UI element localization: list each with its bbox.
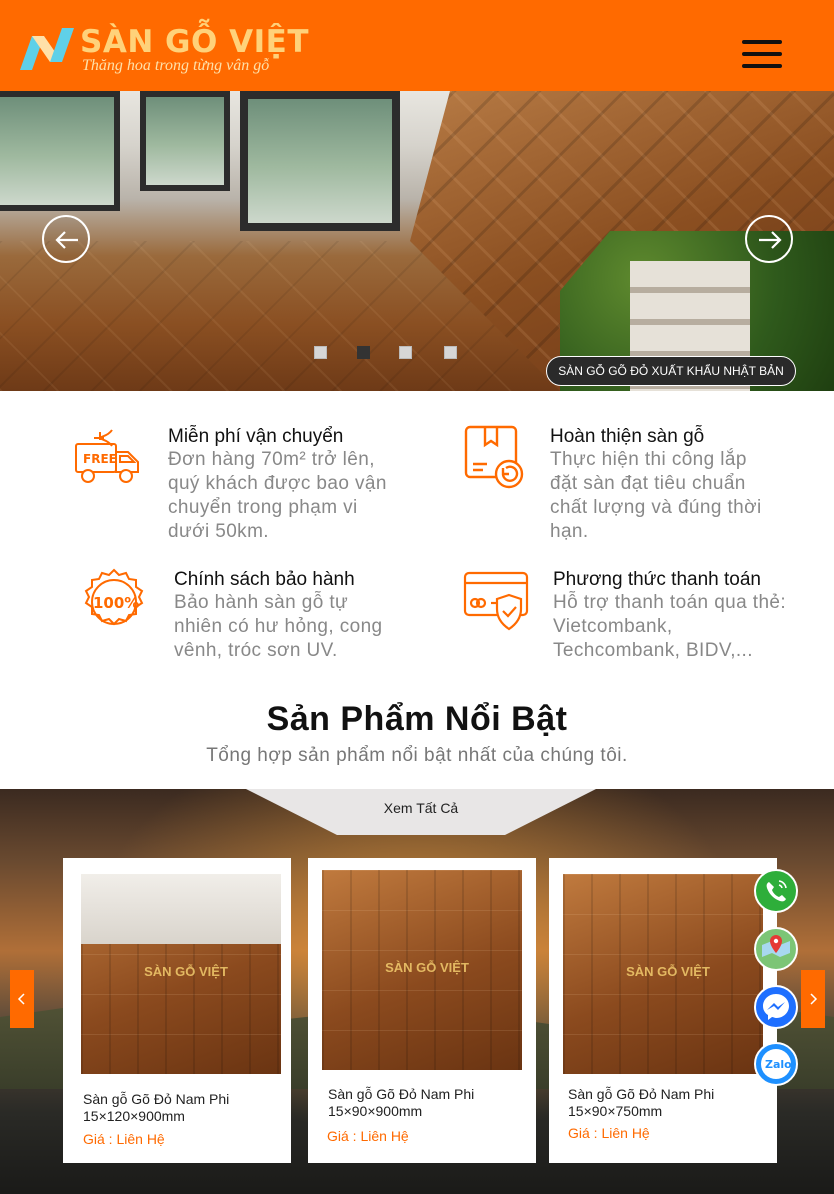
site-header: SÀN GỖ VIỆT Thăng hoa trong từng vân gỗ xyxy=(0,0,834,91)
logo-mark-icon xyxy=(20,28,74,70)
hero-slider: SÀN GỖ GÕ ĐỎ XUẤT KHẨU NHẬT BẢN xyxy=(0,91,834,391)
svg-text:FREE: FREE xyxy=(83,452,117,466)
section-title: Sản Phẩm Nổi Bật xyxy=(266,700,568,738)
slide-caption: SÀN GỖ GÕ ĐỎ XUẤT KHẨU NHẬT BẢN xyxy=(546,356,796,386)
phone-icon xyxy=(754,869,798,913)
secure-card-payment-icon xyxy=(463,571,531,638)
arrow-right-icon xyxy=(759,231,782,249)
feature-title: Chính sách bảo hành xyxy=(174,569,355,590)
feature-floor-finishing: Hoàn thiện sàn gỗ Thực hiện thi công lắp… xyxy=(550,426,780,544)
hamburger-menu-icon[interactable] xyxy=(742,40,782,70)
svg-text:100%: 100% xyxy=(93,594,139,612)
free-delivery-truck-icon: FREE xyxy=(74,428,142,491)
slider-dots xyxy=(314,346,474,360)
feature-text: Bảo hành sàn gỗ tự nhiên có hư hỏng, con… xyxy=(174,592,383,661)
product-image[interactable]: SÀN GỖ VIỆT xyxy=(563,874,763,1074)
product-price: Giá : Liên Hệ xyxy=(327,1128,409,1144)
products-next-button[interactable] xyxy=(801,970,825,1028)
page: SÀN GỖ VIỆT Thăng hoa trong từng vân gỗ xyxy=(0,0,834,1194)
box-return-icon xyxy=(463,424,529,495)
map-button[interactable] xyxy=(754,927,798,971)
watermark: SÀN GỖ VIỆT xyxy=(144,964,228,979)
feature-text: Thực hiện thi công lắp đặt sàn đạt tiêu … xyxy=(550,449,762,542)
feature-title: Miễn phí vận chuyển xyxy=(168,426,344,447)
messenger-button[interactable] xyxy=(754,985,798,1029)
section-subtitle: Tổng hợp sản phẩm nổi bật nhất của chúng… xyxy=(206,745,628,766)
products-prev-button[interactable] xyxy=(10,970,34,1028)
feature-title: Hoàn thiện sàn gỗ xyxy=(550,426,705,447)
logo-name: SÀN GỖ VIỆT xyxy=(80,24,309,60)
feature-title: Phương thức thanh toán xyxy=(553,569,761,590)
arrow-left-icon xyxy=(55,231,78,249)
product-image[interactable]: SÀN GỖ VIỆT xyxy=(322,870,522,1070)
messenger-icon xyxy=(754,985,798,1029)
feature-warranty: Chính sách bảo hành Bảo hành sàn gỗ tự n… xyxy=(174,569,384,663)
chevron-left-icon xyxy=(17,993,25,1005)
logo-slogan: Thăng hoa trong từng vân gỗ xyxy=(82,57,270,74)
chevron-right-icon xyxy=(810,993,818,1005)
product-price: Giá : Liên Hệ xyxy=(568,1125,650,1141)
slider-prev-button[interactable] xyxy=(42,215,90,263)
product-card[interactable]: SÀN GỖ VIỆT Sàn gỗ Gõ Đỏ Nam Phi 15×120×… xyxy=(63,858,291,1163)
feature-payment: Phương thức thanh toán Hỗ trợ thanh toán… xyxy=(553,569,793,663)
slider-dot[interactable] xyxy=(444,346,457,359)
watermark: SÀN GỖ VIỆT xyxy=(385,960,469,975)
site-logo[interactable]: SÀN GỖ VIỆT Thăng hoa trong từng vân gỗ xyxy=(18,24,309,80)
product-name[interactable]: Sàn gỗ Gõ Đỏ Nam Phi 15×90×900mm xyxy=(328,1086,518,1120)
featured-products: Xem Tất Cả SÀN GỖ VIỆT Sàn gỗ Gõ Đỏ Nam … xyxy=(0,789,834,1194)
slider-dot[interactable] xyxy=(314,346,327,359)
feature-text: Đơn hàng 70m² trở lên, quý khách được ba… xyxy=(168,449,387,542)
slider-next-button[interactable] xyxy=(745,215,793,263)
product-name[interactable]: Sàn gỗ Gõ Đỏ Nam Phi 15×90×750mm xyxy=(568,1086,758,1120)
product-card[interactable]: SÀN GỖ VIỆT Sàn gỗ Gõ Đỏ Nam Phi 15×90×7… xyxy=(549,858,777,1163)
slider-dot[interactable] xyxy=(399,346,412,359)
view-all-link[interactable]: Xem Tất Cả xyxy=(246,789,596,835)
product-image[interactable]: SÀN GỖ VIỆT xyxy=(81,874,281,1074)
zalo-button[interactable]: Zalo xyxy=(754,1042,798,1086)
product-price: Giá : Liên Hệ xyxy=(83,1131,165,1147)
zalo-label: Zalo xyxy=(765,1058,792,1071)
slider-dot-active[interactable] xyxy=(357,346,370,359)
zalo-icon: Zalo xyxy=(754,1042,798,1086)
watermark: SÀN GỖ VIỆT xyxy=(626,964,710,979)
product-card[interactable]: SÀN GỖ VIỆT Sàn gỗ Gõ Đỏ Nam Phi 15×90×9… xyxy=(308,858,536,1163)
guarantee-100-badge-icon: 100% xyxy=(80,568,148,641)
map-pin-icon xyxy=(754,927,798,971)
feature-free-shipping: Miễn phí vận chuyển Đơn hàng 70m² trở lê… xyxy=(168,426,398,544)
feature-text: Hỗ trợ thanh toán qua thẻ: Vietcombank, … xyxy=(553,592,787,661)
call-button[interactable] xyxy=(754,869,798,913)
product-name[interactable]: Sàn gỗ Gõ Đỏ Nam Phi 15×120×900mm xyxy=(83,1091,273,1125)
